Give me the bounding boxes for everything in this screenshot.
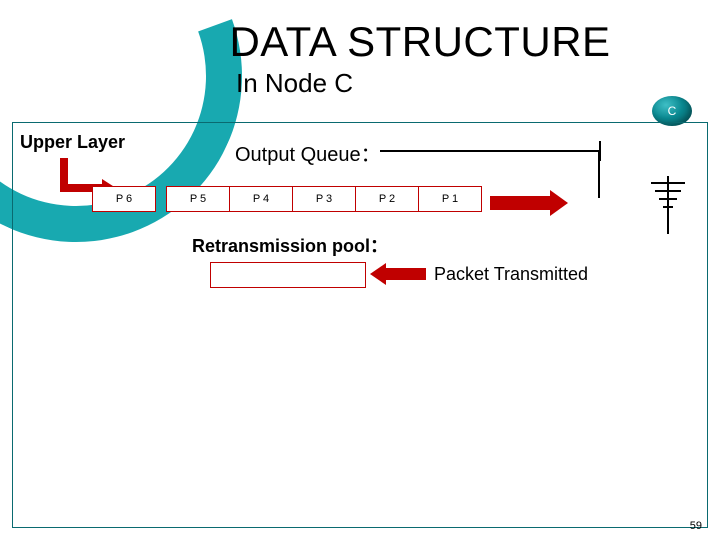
output-queue-connector (380, 150, 600, 152)
packet-p2: P 2 (355, 186, 419, 212)
page-subtitle: In Node C (236, 68, 353, 99)
page-title: DATA STRUCTURE (0, 18, 720, 66)
packet-p4: P 4 (229, 186, 293, 212)
page-number: 59 (690, 520, 702, 532)
retransmission-pool-box (210, 262, 366, 288)
packet-p3: P 3 (292, 186, 356, 212)
packet-p5: P 5 (166, 186, 230, 212)
content-frame (12, 122, 708, 528)
packet-transmitted-label: Packet Transmitted (434, 264, 588, 285)
retransmission-pool-label: Retransmission pool： (192, 232, 388, 258)
output-queue-label: Output Queue： (235, 138, 381, 167)
packet-p1: P 1 (418, 186, 482, 212)
packet-p6: P 6 (92, 186, 156, 212)
output-queue-connector-drop (598, 150, 600, 198)
upper-layer-label: Upper Layer (20, 132, 125, 153)
output-queue: P 6 P 5 P 4 P 3 P 2 P 1 (92, 186, 482, 212)
